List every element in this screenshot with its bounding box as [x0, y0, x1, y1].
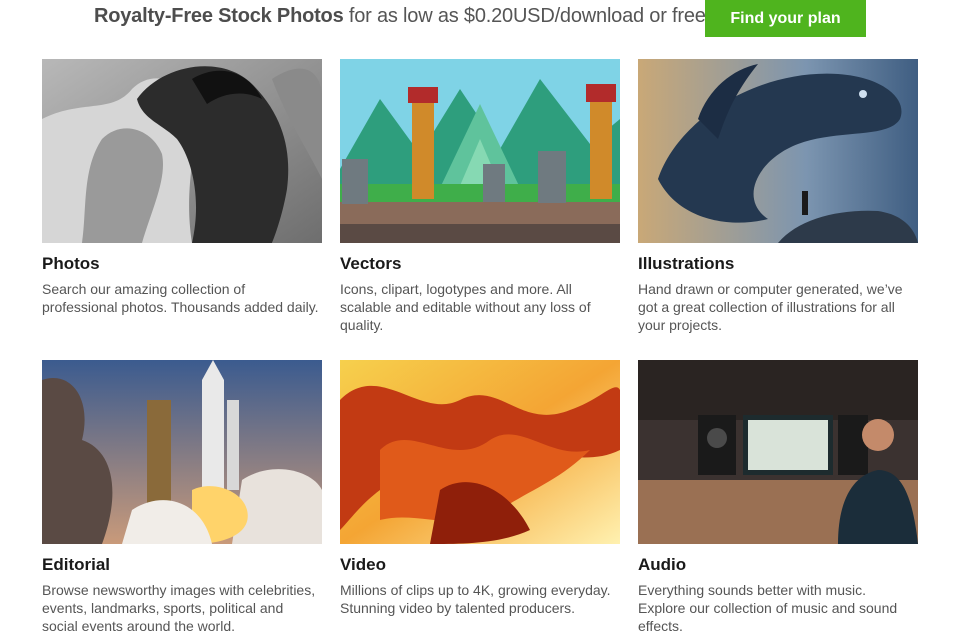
editorial-thumbnail[interactable]	[42, 360, 322, 544]
shuttle-launch-image	[42, 360, 322, 544]
card-title-illustrations[interactable]: Illustrations	[638, 254, 734, 274]
pixel-temple-image	[340, 59, 620, 243]
find-your-plan-button[interactable]: Find your plan	[705, 0, 866, 37]
card-desc-video: Millions of clips up to 4K, growing ever…	[340, 582, 611, 616]
promo-headline: Royalty-Free Stock Photos	[94, 5, 344, 27]
promo-banner: Royalty-Free Stock Photos for as low as …	[0, 0, 960, 38]
promo-text: Royalty-Free Stock Photos for as low as …	[94, 5, 706, 28]
card-title-audio[interactable]: Audio	[638, 555, 686, 575]
promo-price-text: for as low as $0.20USD/download or free	[343, 5, 706, 27]
vectors-thumbnail[interactable]	[340, 59, 620, 243]
card-desc-editorial: Browse newsworthy images with celebritie…	[42, 582, 316, 634]
illustrations-thumbnail[interactable]	[638, 59, 918, 243]
card-title-editorial[interactable]: Editorial	[42, 555, 110, 575]
studio-image	[638, 360, 918, 544]
horses-image	[42, 59, 322, 243]
video-thumbnail[interactable]	[340, 360, 620, 544]
card-desc-illustrations: Hand drawn or computer generated, we’ve …	[638, 281, 903, 333]
audio-thumbnail[interactable]	[638, 360, 918, 544]
photos-thumbnail[interactable]	[42, 59, 322, 243]
card-title-video[interactable]: Video	[340, 555, 386, 575]
fish-illustration-image	[638, 59, 918, 243]
ink-swirl-image	[340, 360, 620, 544]
card-title-vectors[interactable]: Vectors	[340, 254, 401, 274]
card-desc-photos: Search our amazing collection of profess…	[42, 281, 319, 315]
card-desc-audio: Everything sounds better with music. Exp…	[638, 582, 898, 634]
card-title-photos[interactable]: Photos	[42, 254, 100, 274]
card-desc-vectors: Icons, clipart, logotypes and more. All …	[340, 281, 591, 333]
